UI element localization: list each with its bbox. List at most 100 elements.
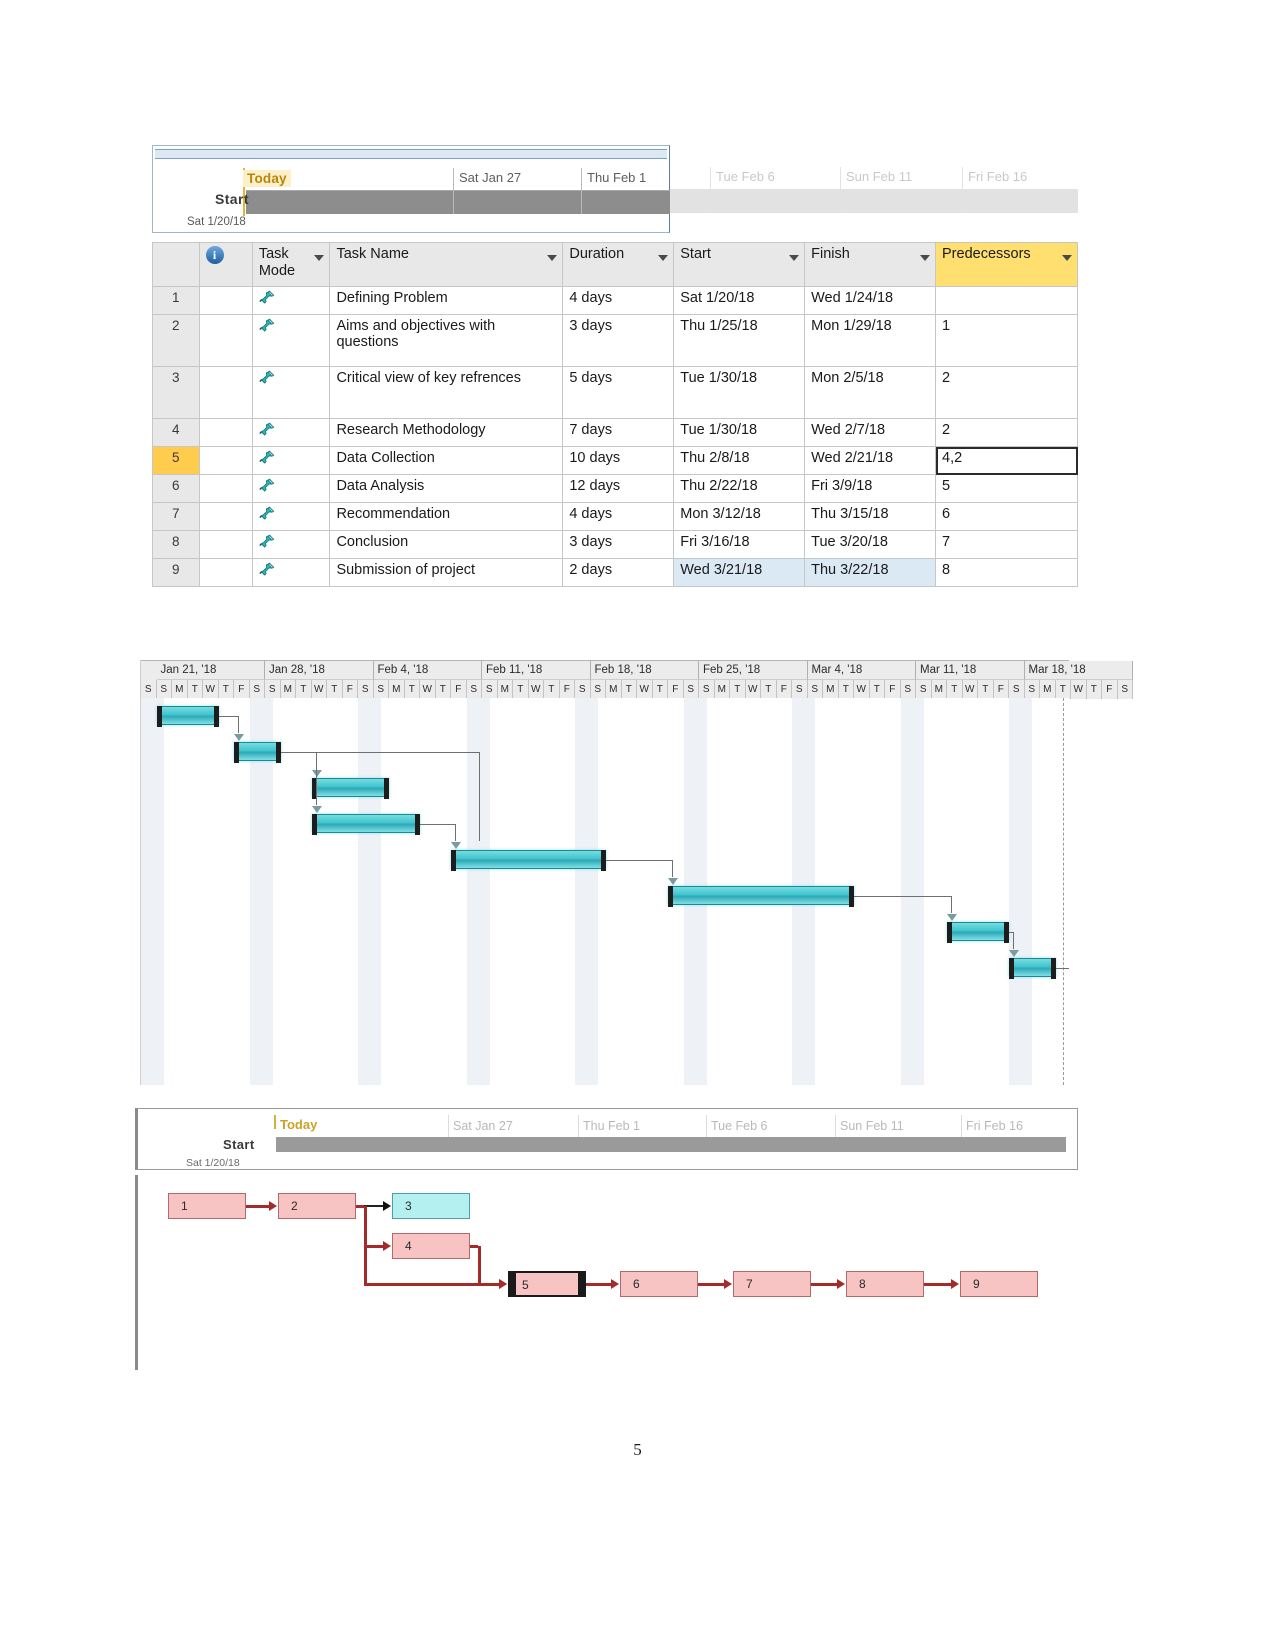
task-mode-cell[interactable] (251, 418, 331, 447)
finish-date-cell[interactable]: Thu 3/15/18 (804, 502, 936, 531)
duration-cell[interactable]: 4 days (562, 502, 675, 531)
gantt-bar[interactable] (1009, 958, 1056, 979)
task-name-cell[interactable]: Submission of project (329, 558, 564, 587)
task-name-cell[interactable]: Research Methodology (329, 418, 564, 447)
gantt-plot-area[interactable] (141, 698, 1069, 1085)
start-date-cell[interactable]: Tue 1/30/18 (673, 366, 806, 419)
header-finish[interactable]: Finish (804, 242, 936, 287)
row-number[interactable]: 8 (152, 530, 200, 559)
header-start[interactable]: Start (673, 242, 806, 287)
table-row[interactable]: 7 Recommendation 4 days Mon 3/12/18 Thu 3/15… (152, 502, 1078, 531)
table-row[interactable]: 9 Submission of project 2 days Wed 3/21/18 T… (152, 558, 1078, 587)
task-mode-cell[interactable] (251, 314, 331, 367)
table-row[interactable]: 1 Defining Problem 4 days Sat 1/20/18 Wed 1/… (152, 286, 1078, 315)
chevron-down-icon[interactable] (547, 255, 558, 261)
row-number[interactable]: 9 (152, 558, 200, 587)
gantt-bar[interactable] (311, 778, 389, 799)
table-row[interactable]: 2 Aims and objectives with questions 3 day… (152, 314, 1078, 367)
table-row[interactable]: 5 Data Collection 10 days Thu 2/8/18 Wed 2/2… (152, 446, 1078, 475)
header-task-mode[interactable]: Task Mode (251, 242, 331, 287)
task-mode-cell[interactable] (251, 558, 331, 587)
start-date-cell[interactable]: Mon 3/12/18 (673, 502, 806, 531)
table-row[interactable]: 6 Data Analysis 12 days Thu 2/22/18 Fri 3/9/… (152, 474, 1078, 503)
predecessors-cell[interactable]: 6 (935, 502, 1078, 531)
table-row[interactable]: 8 Conclusion 3 days Fri 3/16/18 Tue 3/20/18 7 (152, 530, 1078, 559)
predecessors-cell[interactable]: 4,2 (935, 446, 1078, 475)
predecessors-cell[interactable]: 2 (935, 418, 1078, 447)
duration-cell[interactable]: 2 days (562, 558, 675, 587)
table-row[interactable]: 3 Critical view of key refrences 5 days Tue… (152, 366, 1078, 419)
start-date-cell[interactable]: Tue 1/30/18 (673, 418, 806, 447)
task-mode-cell[interactable] (251, 474, 331, 503)
task-mode-cell[interactable] (251, 366, 331, 419)
row-number[interactable]: 7 (152, 502, 200, 531)
gantt-bar[interactable] (668, 886, 854, 907)
finish-date-cell[interactable]: Mon 1/29/18 (804, 314, 936, 367)
predecessors-cell[interactable]: 2 (935, 366, 1078, 419)
task-name-cell[interactable]: Conclusion (329, 530, 564, 559)
header-predecessors[interactable]: Predecessors (935, 242, 1078, 287)
finish-date-cell[interactable]: Wed 2/21/18 (804, 446, 936, 475)
network-diagram[interactable]: 1 2 3 4 5 6 7 8 9 (135, 1175, 1078, 1370)
network-node[interactable]: 7 (733, 1271, 811, 1297)
row-number[interactable]: 2 (152, 314, 200, 367)
duration-cell[interactable]: 7 days (562, 418, 675, 447)
chevron-down-icon[interactable] (789, 255, 800, 261)
chevron-down-icon[interactable] (658, 255, 669, 261)
network-node[interactable]: 2 (278, 1193, 356, 1219)
start-date-cell[interactable]: Thu 1/25/18 (673, 314, 806, 367)
chevron-down-icon[interactable] (314, 255, 325, 261)
finish-date-cell[interactable]: Thu 3/22/18 (804, 558, 936, 587)
start-date-cell[interactable]: Wed 3/21/18 (673, 558, 806, 587)
task-name-cell[interactable]: Defining Problem (329, 286, 564, 315)
task-name-cell[interactable]: Aims and objectives with questions (329, 314, 564, 367)
duration-cell[interactable]: 10 days (562, 446, 675, 475)
start-date-cell[interactable]: Fri 3/16/18 (673, 530, 806, 559)
task-name-cell[interactable]: Recommendation (329, 502, 564, 531)
duration-cell[interactable]: 12 days (562, 474, 675, 503)
task-mode-cell[interactable] (251, 446, 331, 475)
task-name-cell[interactable]: Critical view of key refrences (329, 366, 564, 419)
network-node[interactable]: 3 (392, 1193, 470, 1219)
duration-cell[interactable]: 3 days (562, 314, 675, 367)
start-date-cell[interactable]: Thu 2/8/18 (673, 446, 806, 475)
gantt-chart[interactable]: S Jan 21, '18 S M T W T F S Jan 28, '18 S M T W T F S Feb… (140, 660, 1133, 1085)
row-number[interactable]: 5 (152, 446, 200, 475)
header-task-name[interactable]: Task Name (329, 242, 564, 287)
table-row[interactable]: 4 Research Methodology 7 days Tue 1/30/18 We… (152, 418, 1078, 447)
row-number[interactable]: 6 (152, 474, 200, 503)
row-number[interactable]: 1 (152, 286, 200, 315)
gantt-bar[interactable] (156, 706, 219, 727)
task-mode-cell[interactable] (251, 530, 331, 559)
task-table[interactable]: i Task Mode Task Name Duration Start Fin… (152, 242, 1078, 587)
finish-date-cell[interactable]: Fri 3/9/18 (804, 474, 936, 503)
gantt-bar[interactable] (234, 742, 281, 763)
task-table-body[interactable]: 1 Defining Problem 4 days Sat 1/20/18 Wed 1/… (152, 286, 1078, 587)
duration-cell[interactable]: 3 days (562, 530, 675, 559)
finish-date-cell[interactable]: Wed 1/24/18 (804, 286, 936, 315)
finish-date-cell[interactable]: Tue 3/20/18 (804, 530, 936, 559)
duration-cell[interactable]: 4 days (562, 286, 675, 315)
task-name-cell[interactable]: Data Analysis (329, 474, 564, 503)
predecessors-cell[interactable] (935, 286, 1078, 315)
network-node[interactable]: 4 (392, 1233, 470, 1259)
duration-cell[interactable]: 5 days (562, 366, 675, 419)
chevron-down-icon[interactable] (1062, 255, 1072, 261)
finish-date-cell[interactable]: Mon 2/5/18 (804, 366, 936, 419)
network-node[interactable]: 9 (960, 1271, 1038, 1297)
finish-date-cell[interactable]: Wed 2/7/18 (804, 418, 936, 447)
task-mode-cell[interactable] (251, 502, 331, 531)
predecessors-cell[interactable]: 1 (935, 314, 1078, 367)
gantt-bar[interactable] (947, 922, 1009, 943)
network-node[interactable]: 5 (508, 1271, 586, 1297)
task-mode-cell[interactable] (251, 286, 331, 315)
start-date-cell[interactable]: Sat 1/20/18 (673, 286, 806, 315)
timeline-scroll-strip[interactable] (155, 149, 667, 159)
gantt-bar[interactable] (451, 850, 606, 871)
predecessors-cell[interactable]: 7 (935, 530, 1078, 559)
header-duration[interactable]: Duration (562, 242, 675, 287)
row-number[interactable]: 3 (152, 366, 200, 419)
row-number[interactable]: 4 (152, 418, 200, 447)
chevron-down-icon[interactable] (920, 255, 930, 261)
network-node[interactable]: 6 (620, 1271, 698, 1297)
